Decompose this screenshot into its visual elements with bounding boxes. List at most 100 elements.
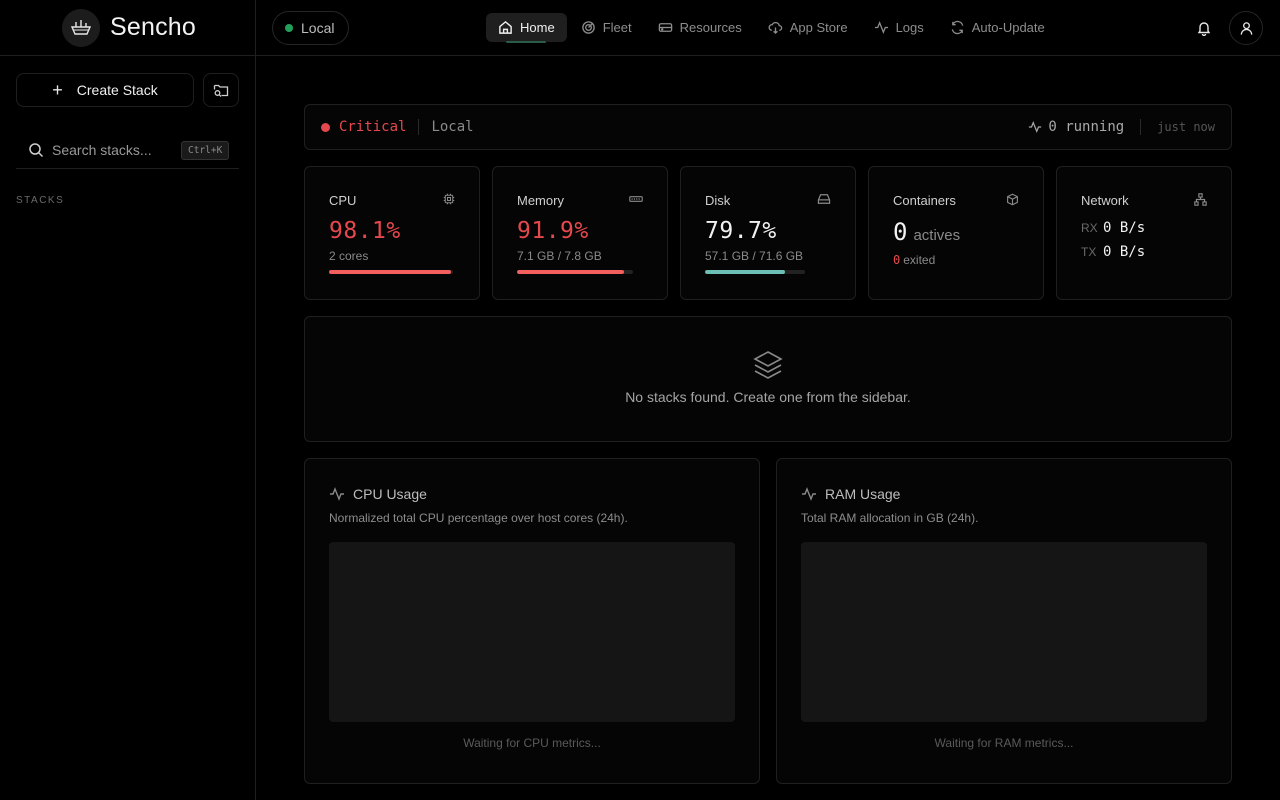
memory-value: 91.9% (517, 218, 589, 244)
activity-icon (330, 487, 344, 501)
sidebar: Sencho + Create Stack Ctrl+K STACKS (0, 0, 256, 800)
ram-usage-chart-card: RAM Usage Total RAM allocation in GB (24… (776, 458, 1232, 784)
app-name: Sencho (110, 13, 196, 41)
critical-status-dot (321, 122, 330, 132)
disk-progress-fill (705, 270, 785, 274)
empty-state-message: No stacks found. Create one from the sid… (625, 389, 911, 405)
ram-chart-description: Total RAM allocation in GB (24h). (801, 511, 979, 525)
hard-drive-icon (817, 194, 831, 204)
cpu-chart-description: Normalized total CPU percentage over hos… (329, 511, 628, 525)
divider (1140, 119, 1142, 135)
nav-logs-label: Logs (895, 20, 924, 35)
memory-progress-fill (517, 270, 624, 274)
cpu-label: CPU (329, 193, 357, 208)
network-card: Network RX 0 B/s TX 0 B/s (1056, 166, 1232, 300)
last-updated: just now (1157, 120, 1215, 134)
nav-fleet[interactable]: Fleet (569, 13, 644, 42)
user-menu-button[interactable] (1229, 11, 1263, 45)
containers-card: Containers 0 actives 0 exited (868, 166, 1044, 300)
network-label: Network (1081, 193, 1129, 208)
memory-usage: 7.1 GB / 7.8 GB (517, 249, 602, 263)
hard-drive-icon (658, 23, 672, 32)
create-stack-button[interactable]: + Create Stack (16, 73, 194, 107)
nav-auto-update[interactable]: Auto-Update (938, 13, 1057, 42)
running-count: 0 running (1028, 119, 1124, 135)
user-icon (1240, 21, 1252, 35)
search-icon (29, 143, 44, 158)
memory-card: Memory 91.9% 7.1 GB / 7.8 GB (492, 166, 668, 300)
cpu-value: 98.1% (329, 218, 401, 244)
nav-auto-update-label: Auto-Update (971, 20, 1045, 35)
disk-usage: 57.1 GB / 71.6 GB (705, 249, 804, 263)
cpu-cores: 2 cores (329, 249, 369, 263)
layers-icon (753, 351, 783, 379)
status-environment: Local (431, 119, 474, 135)
search-input[interactable] (52, 142, 177, 158)
tx-label: TX (1081, 245, 1097, 259)
ram-chart-area (801, 542, 1207, 722)
cpu-chart-waiting: Waiting for CPU metrics... (463, 736, 601, 750)
disk-label: Disk (705, 193, 731, 208)
cpu-chip-icon (443, 193, 455, 205)
ram-chart-title: RAM Usage (825, 486, 901, 502)
sencho-logo-icon (62, 8, 100, 47)
cpu-progress-fill (329, 270, 451, 274)
nav-app-store[interactable]: App Store (756, 13, 860, 42)
environment-label: Local (301, 20, 335, 36)
nav-home[interactable]: Home (486, 13, 567, 43)
cpu-progress-bar (329, 270, 453, 274)
memory-label: Memory (517, 193, 564, 208)
containers-label: Containers (893, 193, 956, 208)
cloud-download-icon (768, 21, 782, 35)
activity-icon (802, 487, 816, 501)
bell-icon (1197, 22, 1211, 36)
health-status-label: Critical (339, 119, 407, 135)
create-stack-label: Create Stack (76, 82, 158, 98)
environment-status-dot (285, 24, 293, 32)
activity-icon (1029, 120, 1042, 134)
nav-fleet-label: Fleet (602, 20, 632, 35)
brand[interactable]: Sencho (0, 0, 255, 56)
health-status-bar: Critical Local 0 running just now (304, 104, 1232, 150)
container-box-icon (1007, 193, 1018, 206)
browse-folder-button[interactable] (203, 73, 239, 107)
cpu-card: CPU 98.1% 2 cores (304, 166, 480, 300)
nav-app-store-label: App Store (789, 20, 848, 35)
disk-card: Disk 79.7% 57.1 GB / 71.6 GB (680, 166, 856, 300)
nav-home-label: Home (520, 20, 555, 35)
plus-icon: + (52, 80, 63, 100)
running-count-label: 0 running (1048, 119, 1125, 135)
stacks-section-label: STACKS (16, 195, 65, 206)
main-nav: Home Fleet Resources App Store Logs Auto… (486, 13, 1059, 43)
ram-chart-waiting: Waiting for RAM metrics... (934, 736, 1074, 750)
environment-switcher[interactable]: Local (272, 11, 349, 45)
topbar: Local Home Fleet Resources App Store Log… (256, 0, 1280, 56)
stack-search: Ctrl+K (16, 132, 239, 169)
nav-resources[interactable]: Resources (646, 13, 754, 42)
cpu-chart-area (329, 542, 735, 722)
disk-value: 79.7% (705, 218, 777, 244)
nav-resources-label: Resources (679, 20, 742, 35)
folder-search-icon (213, 84, 229, 97)
cpu-chart-title: CPU Usage (353, 486, 427, 502)
network-icon (1194, 193, 1207, 206)
exited-containers-count: 0 (893, 253, 901, 267)
cpu-usage-chart-card: CPU Usage Normalized total CPU percentag… (304, 458, 760, 784)
memory-progress-bar (517, 270, 633, 274)
notifications-button[interactable] (1187, 11, 1221, 45)
tx-value: 0 B/s (1103, 244, 1146, 260)
disk-progress-bar (705, 270, 805, 274)
activity-icon (874, 21, 888, 34)
refresh-icon (951, 20, 964, 35)
radar-icon (581, 21, 595, 34)
home-icon (499, 20, 512, 34)
rx-value: 0 B/s (1103, 220, 1146, 236)
active-containers-label: actives (913, 227, 961, 244)
stacks-empty-state: No stacks found. Create one from the sid… (304, 316, 1232, 442)
rx-label: RX (1081, 221, 1098, 235)
divider (418, 119, 420, 135)
shortcut-badge: Ctrl+K (181, 140, 230, 160)
nav-logs[interactable]: Logs (862, 13, 936, 42)
metric-cards: CPU 98.1% 2 cores Memory 91.9% 7.1 GB / … (304, 166, 1232, 300)
active-containers-count: 0 (893, 218, 908, 246)
